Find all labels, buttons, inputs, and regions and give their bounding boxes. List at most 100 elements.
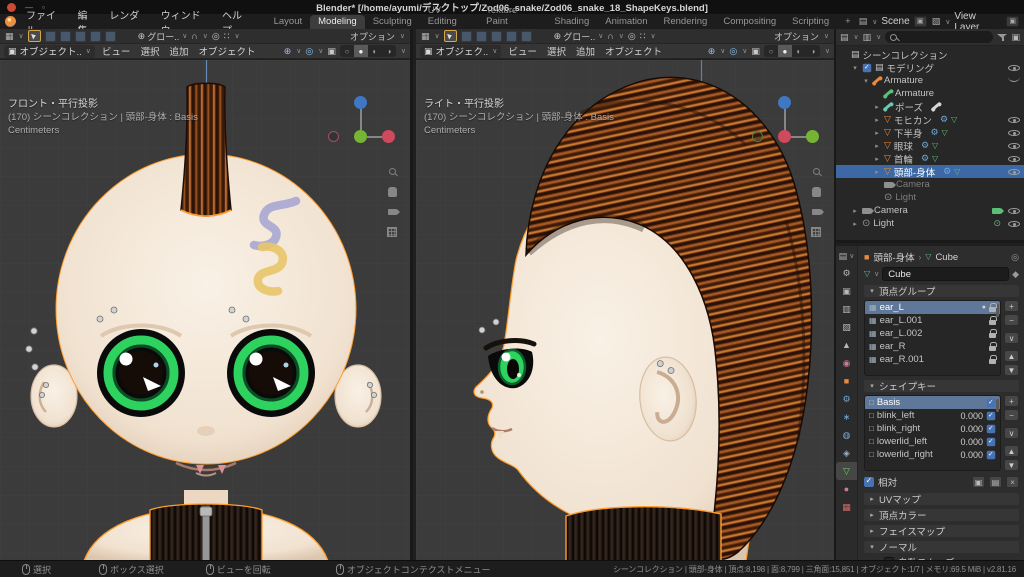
property-tab-view-layer[interactable]: ▧ (836, 318, 857, 336)
shape-key-mute-checkbox[interactable] (986, 397, 996, 407)
remove-vertex-group-button[interactable]: − (1004, 314, 1019, 326)
overlays-icon[interactable]: ◎ (729, 46, 737, 56)
lock-icon[interactable] (989, 329, 997, 338)
select-tool-button[interactable] (443, 30, 457, 42)
face-maps-panel-header[interactable]: ▸ フェイスマップ (864, 525, 1019, 538)
gizmo-dropdown-icon[interactable]: ⊕ (284, 46, 292, 56)
navigation-gizmo[interactable] (326, 96, 400, 156)
outliner-row[interactable]: ▸ ⊙ Light ⊙ (836, 217, 1024, 230)
hide-eye-icon[interactable] (1008, 206, 1020, 215)
viewport-menu-item[interactable]: 追加 (164, 44, 193, 58)
select-tool-button[interactable] (27, 30, 41, 42)
outliner-row[interactable]: Armature (836, 87, 1024, 100)
property-tab-object[interactable]: ■ (836, 372, 857, 390)
snap-magnet-icon[interactable]: ∩ (607, 31, 613, 41)
property-tab-modifiers[interactable]: ⚙ (836, 390, 857, 408)
side-view-canvas[interactable]: ライト・平行投影 (170) シーンコレクション | 頭部-身体 : Basis… (416, 60, 834, 560)
transform-orientation-dropdown[interactable]: ⊕ グロー.. ∨ (138, 30, 188, 43)
move-up-button[interactable]: ▲ (1004, 350, 1019, 362)
vertex-group-row[interactable]: ▦ ear_L ● (865, 301, 1000, 314)
shading-solid-button[interactable]: ● (353, 45, 368, 57)
workspace-tab[interactable]: Modeling (310, 15, 365, 29)
mode-dropdown[interactable]: ▣ オブジェク.. ∨ (420, 44, 502, 58)
uv-maps-panel-header[interactable]: ▸ UVマップ (864, 493, 1019, 506)
move-up-button[interactable]: ▲ (1004, 445, 1019, 457)
viewport-menu-item[interactable]: オブジェクト (193, 44, 260, 58)
pivot-point-icon[interactable]: ∷ (640, 31, 646, 41)
viewport-menu-item[interactable]: ビュー (503, 44, 542, 58)
outliner-row[interactable]: ▸ ▽ 下半身 ⚙ ▽ (836, 126, 1024, 140)
hide-eye-icon[interactable] (1008, 154, 1020, 163)
lock-icon[interactable] (989, 316, 997, 325)
expand-icon[interactable]: ▸ (851, 207, 859, 215)
axis-x-dot[interactable] (382, 130, 395, 143)
property-tab-output[interactable]: ▥ (836, 300, 857, 318)
axis-y-dot[interactable] (354, 130, 367, 143)
axis-y-neg-dot[interactable] (752, 131, 763, 142)
expand-icon[interactable]: ▸ (873, 155, 881, 163)
property-tab-constraints[interactable]: ◈ (836, 444, 857, 462)
xray-toggle-icon[interactable]: ▣ (751, 46, 760, 56)
pan-hand-icon[interactable] (811, 187, 821, 197)
shading-wireframe-button[interactable]: ○ (764, 45, 778, 57)
vertex-groups-panel-header[interactable]: ▾ 頂点グループ (864, 285, 1019, 298)
hide-eye-icon[interactable] (1008, 219, 1020, 228)
expand-icon[interactable]: ▸ (873, 103, 881, 111)
new-view-layer-button[interactable]: ▣ (1006, 16, 1019, 27)
shape-key-mute-checkbox[interactable] (986, 423, 996, 433)
outliner-row[interactable]: ▾ Armature (836, 74, 1024, 87)
shape-keys-panel-header[interactable]: ▾ シェイプキー (864, 380, 1019, 393)
shape-key-row[interactable]: □ lowerlid_right 0.000 (865, 448, 1000, 461)
viewport-menu-item[interactable]: 選択 (542, 44, 571, 58)
add-shape-key-button[interactable]: + (1004, 395, 1019, 407)
workspace-tab[interactable]: Texture Paint (478, 4, 546, 29)
select-mode-intersect-button[interactable] (104, 30, 116, 42)
expand-icon[interactable]: ▸ (873, 142, 881, 150)
options-dropdown[interactable]: オプション (350, 30, 395, 43)
editor-type-dropdown[interactable]: ▤ ∨ (836, 248, 857, 264)
add-workspace-button[interactable]: + (837, 15, 859, 29)
shading-solid-button[interactable]: ● (777, 45, 792, 57)
vertex-group-specials-button[interactable]: ∨ (1004, 332, 1019, 344)
mode-dropdown[interactable]: ▣ オブジェクト.. ∨ (4, 44, 95, 58)
hide-eye-icon[interactable] (1008, 115, 1020, 124)
workspace-tab[interactable]: Rendering (656, 15, 716, 29)
workspace-tab[interactable]: Layout (266, 15, 311, 29)
workspace-tab[interactable]: Shading (546, 15, 597, 29)
remove-shape-key-button[interactable]: − (1004, 409, 1019, 421)
options-dropdown[interactable]: オプション (774, 30, 819, 43)
property-tab-physics[interactable]: ◍ (836, 426, 857, 444)
scrollbar[interactable] (996, 399, 999, 412)
expand-icon[interactable]: ▸ (851, 220, 859, 228)
overlays-icon[interactable]: ◎ (305, 46, 313, 56)
select-mode-subtract-button[interactable] (74, 30, 86, 42)
outliner-row[interactable]: ▤ シーンコレクション (836, 48, 1024, 62)
camera-view-icon[interactable] (811, 209, 824, 215)
property-tab-material[interactable]: ● (836, 480, 857, 498)
outliner-row[interactable]: ▸ ▽ 頭部-身体 ⚙ ▽ (836, 165, 1024, 179)
property-tab-texture[interactable]: ▦ (836, 498, 857, 516)
select-mode-subtract-button[interactable] (490, 30, 502, 42)
shape-key-value[interactable]: 0.000 (953, 411, 983, 421)
xray-toggle-icon[interactable]: ▣ (327, 46, 336, 56)
vertex-colors-panel-header[interactable]: ▸ 頂点カラー (864, 509, 1019, 522)
breadcrumb-data[interactable]: Cube (935, 252, 958, 263)
outliner-search-input[interactable] (885, 31, 994, 43)
shape-key-edit-mode-button[interactable]: ▣ (972, 476, 985, 488)
select-mode-invert-button[interactable] (89, 30, 101, 42)
add-vertex-group-button[interactable]: + (1004, 300, 1019, 312)
zoom-icon[interactable] (812, 168, 820, 175)
datablock-name-field[interactable]: Cube (882, 267, 1010, 281)
collection-checkbox[interactable] (862, 62, 872, 72)
outliner-row[interactable]: ▸ ポーズ (836, 100, 1024, 114)
gizmo-dropdown-icon[interactable]: ⊕ (708, 46, 716, 56)
new-scene-button[interactable]: ▣ (913, 16, 927, 27)
hide-eye-icon[interactable] (1008, 63, 1020, 72)
axis-x-dot[interactable] (778, 130, 791, 143)
relative-checkbox[interactable] (864, 476, 874, 487)
proportional-edit-icon[interactable]: ◎ (212, 31, 220, 41)
breadcrumb-object[interactable]: 頭部-身体 (873, 250, 914, 264)
select-mode-extend-button[interactable] (475, 30, 487, 42)
property-tab-particles[interactable]: ∗ (836, 408, 857, 426)
axis-y-dot[interactable] (806, 130, 819, 143)
